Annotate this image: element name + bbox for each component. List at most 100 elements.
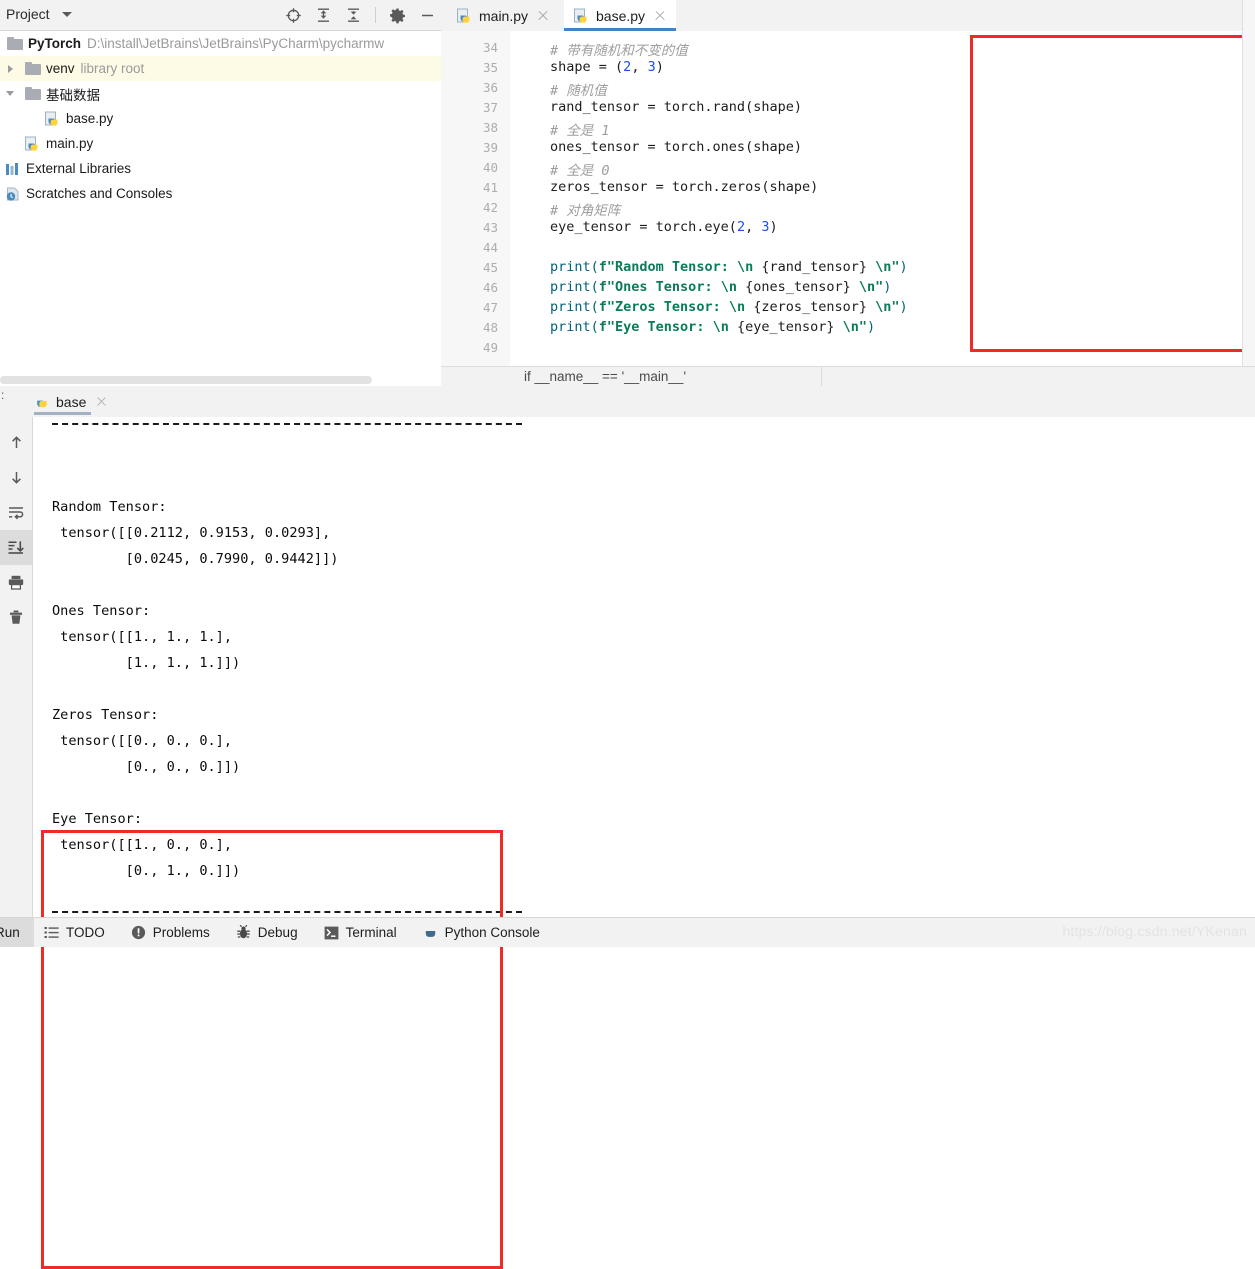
line-number: 43 [483,220,498,235]
editor-tab-base-py[interactable]: base.py [564,0,676,31]
status-item-debug[interactable]: Debug [236,925,298,940]
status-item-todo[interactable]: TODO [44,925,105,940]
editor-breadcrumb-bar: if __name__ == '__main__' [441,366,1255,388]
status-item-terminal[interactable]: Terminal [324,925,397,940]
code-line[interactable]: shape = (2, 3) [550,59,664,75]
editor-fold-column[interactable] [510,31,534,366]
console-line: tensor([[0., 0., 0.], [52,733,232,749]
line-number: 37 [483,100,498,115]
console-line: Random Tensor: [52,499,167,515]
code-line[interactable]: rand_tensor = torch.rand(shape) [550,99,802,115]
run-tab-label: base [56,394,86,410]
line-number: 47 [483,300,498,315]
chevron-right-icon[interactable] [4,62,18,76]
editor-code[interactable]: # 带有随机和不变的值shape = (2, 3) # 随机值rand_tenso… [534,31,1255,366]
top-area: Project [0,0,1255,386]
tree-item-pytorch[interactable]: PyTorch D:\install\JetBrains\JetBrains\P… [0,31,441,56]
console-line: [1., 1., 1.]]) [52,655,240,671]
run-tab-base[interactable]: base [28,386,113,417]
line-number: 38 [483,120,498,135]
run-toolbar [0,417,33,917]
line-number: 36 [483,80,498,95]
line-number: 42 [483,200,498,215]
python-icon [34,394,50,410]
tree-item-scratches-and-consoles[interactable]: Scratches and Consoles [0,181,441,206]
code-line[interactable]: print(f"Eye Tensor: \n {eye_tensor} \n") [550,319,875,335]
print-icon[interactable] [0,565,32,600]
code-line[interactable]: # 带有随机和不变的值 [550,39,688,59]
python-file-icon [457,8,473,24]
status-run-button[interactable]: Run [0,918,34,947]
minimize-icon[interactable] [419,7,436,24]
close-icon[interactable] [537,10,549,22]
tree-item-label: main.py [46,136,93,151]
editor-tab-main-py[interactable]: main.py [447,0,557,31]
up-arrow-icon[interactable] [0,425,32,460]
terminal-icon [324,926,339,940]
scroll-to-end-icon[interactable] [0,530,32,565]
tree-item-external-libraries[interactable]: External Libraries [0,156,441,181]
tree-item-sublabel: library root [81,61,145,76]
bug-icon [236,925,251,940]
project-panel-header-icons [285,0,436,30]
line-number: 48 [483,320,498,335]
status-run-label: Run [0,925,20,940]
tree-item-main-py[interactable]: main.py [0,131,441,156]
tree-item-venv[interactable]: venv library root [0,56,441,81]
code-line[interactable]: # 对角矩阵 [550,199,620,219]
editor-tab-bar: main.py base.py [441,0,1255,32]
code-line[interactable]: # 全是 1 [550,119,610,139]
folder-icon [7,37,23,50]
down-arrow-icon[interactable] [0,460,32,495]
console-line: [0., 1., 0.]]) [52,863,240,879]
status-item-label: Problems [153,925,210,940]
gear-icon[interactable] [389,7,406,24]
trash-icon[interactable] [0,600,32,635]
line-number: 44 [483,240,498,255]
line-number: 45 [483,260,498,275]
breadcrumb[interactable]: if __name__ == '__main__' [524,369,686,384]
project-tree[interactable]: PyTorch D:\install\JetBrains\JetBrains\P… [0,31,441,373]
python-file-icon [45,111,61,127]
line-number: 40 [483,160,498,175]
watermark: https://blog.csdn.net/YKenan [1062,923,1247,939]
status-item-label: TODO [66,925,105,940]
folder-icon [25,87,41,100]
chevron-down-icon[interactable] [62,12,72,17]
tree-item-base-data-folder[interactable]: 基础数据 [0,81,441,106]
editor-tab-label: main.py [479,8,528,24]
console-line: [0., 0., 0.]]) [52,759,240,775]
tree-item-label: base.py [66,111,113,126]
expand-all-icon[interactable] [315,7,332,24]
code-line[interactable]: print(f"Random Tensor: \n {rand_tensor} … [550,259,908,275]
code-line[interactable]: zeros_tensor = torch.zeros(shape) [550,179,818,195]
editor-gutter[interactable]: 34353637383940414243444546474849 [441,31,511,366]
soft-wrap-icon[interactable] [0,495,32,530]
run-tool-window-side-label: : [1,388,4,402]
line-number: 49 [483,340,498,355]
project-tree-horizontal-scrollbar[interactable] [0,374,441,386]
line-number: 35 [483,60,498,75]
locate-target-icon[interactable] [285,7,302,24]
status-item-problems[interactable]: Problems [131,925,210,940]
project-panel-title: Project [6,6,50,22]
tree-item-base-py[interactable]: base.py [0,106,441,131]
code-line[interactable]: print(f"Zeros Tensor: \n {zeros_tensor} … [550,299,908,315]
status-item-python-console[interactable]: Python Console [423,925,540,940]
close-icon[interactable] [654,10,666,22]
chevron-down-icon[interactable] [4,87,18,101]
collapse-all-icon[interactable] [345,7,362,24]
status-bar: Run TODO Problems [0,917,1255,947]
line-number: 39 [483,140,498,155]
code-line[interactable]: print(f"Ones Tensor: \n {ones_tensor} \n… [550,279,891,295]
code-line[interactable]: # 随机值 [550,79,607,99]
close-icon[interactable] [96,396,107,407]
editor-tab-label: base.py [596,8,645,24]
tree-item-label: External Libraries [26,161,131,176]
console-line: Ones Tensor: [52,603,150,619]
line-number: 34 [483,40,498,55]
code-line[interactable]: eye_tensor = torch.eye(2, 3) [550,219,778,235]
console-output[interactable]: Random Tensor: tensor([[0.2112, 0.9153, … [33,417,1255,917]
code-line[interactable]: # 全是 0 [550,159,610,179]
code-line[interactable]: ones_tensor = torch.ones(shape) [550,139,802,155]
